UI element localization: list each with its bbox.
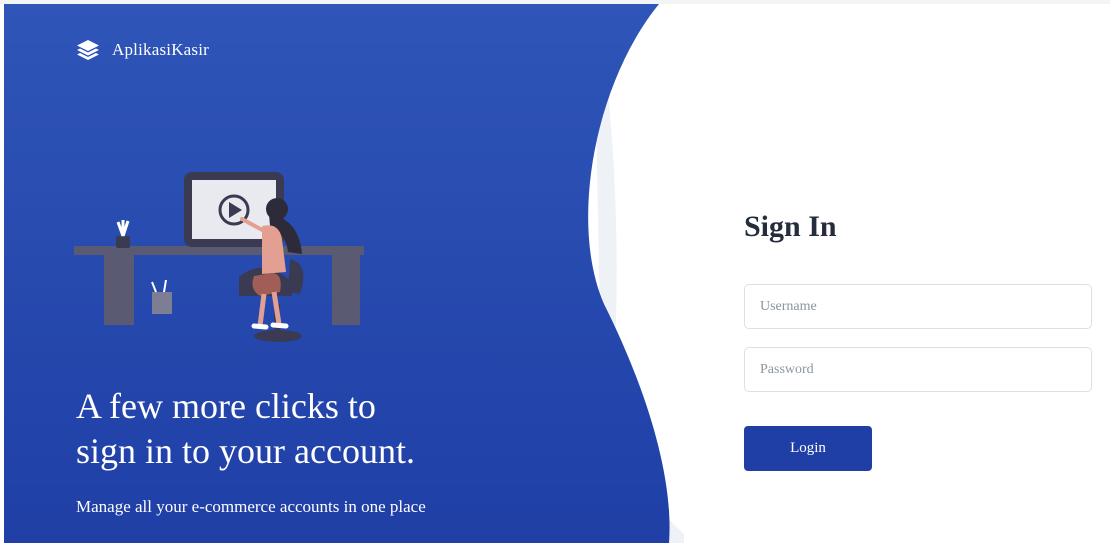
hero-headline: A few more clicks to sign in to your acc… bbox=[76, 384, 415, 474]
hero-headline-line2: sign in to your account. bbox=[76, 431, 415, 471]
hero-headline-line1: A few more clicks to bbox=[76, 386, 376, 426]
plant-pot bbox=[116, 236, 130, 248]
plant-leaves bbox=[116, 220, 130, 237]
workspace-illustration bbox=[74, 172, 364, 342]
brand[interactable]: AplikasiKasir bbox=[76, 38, 209, 62]
password-input[interactable] bbox=[744, 347, 1092, 392]
trash-bin bbox=[152, 292, 172, 314]
desk-leg-left bbox=[104, 255, 134, 325]
desk-leg-right bbox=[332, 255, 360, 325]
hero-panel: AplikasiKasir A few more clicks to sign … bbox=[4, 4, 684, 543]
signin-title: Sign In bbox=[744, 210, 837, 243]
login-button[interactable]: Login bbox=[744, 426, 872, 471]
hero-subtitle: Manage all your e-commerce accounts in o… bbox=[76, 497, 426, 516]
username-input[interactable] bbox=[744, 284, 1092, 329]
layers-icon bbox=[77, 40, 99, 60]
brand-name: AplikasiKasir bbox=[112, 40, 210, 59]
